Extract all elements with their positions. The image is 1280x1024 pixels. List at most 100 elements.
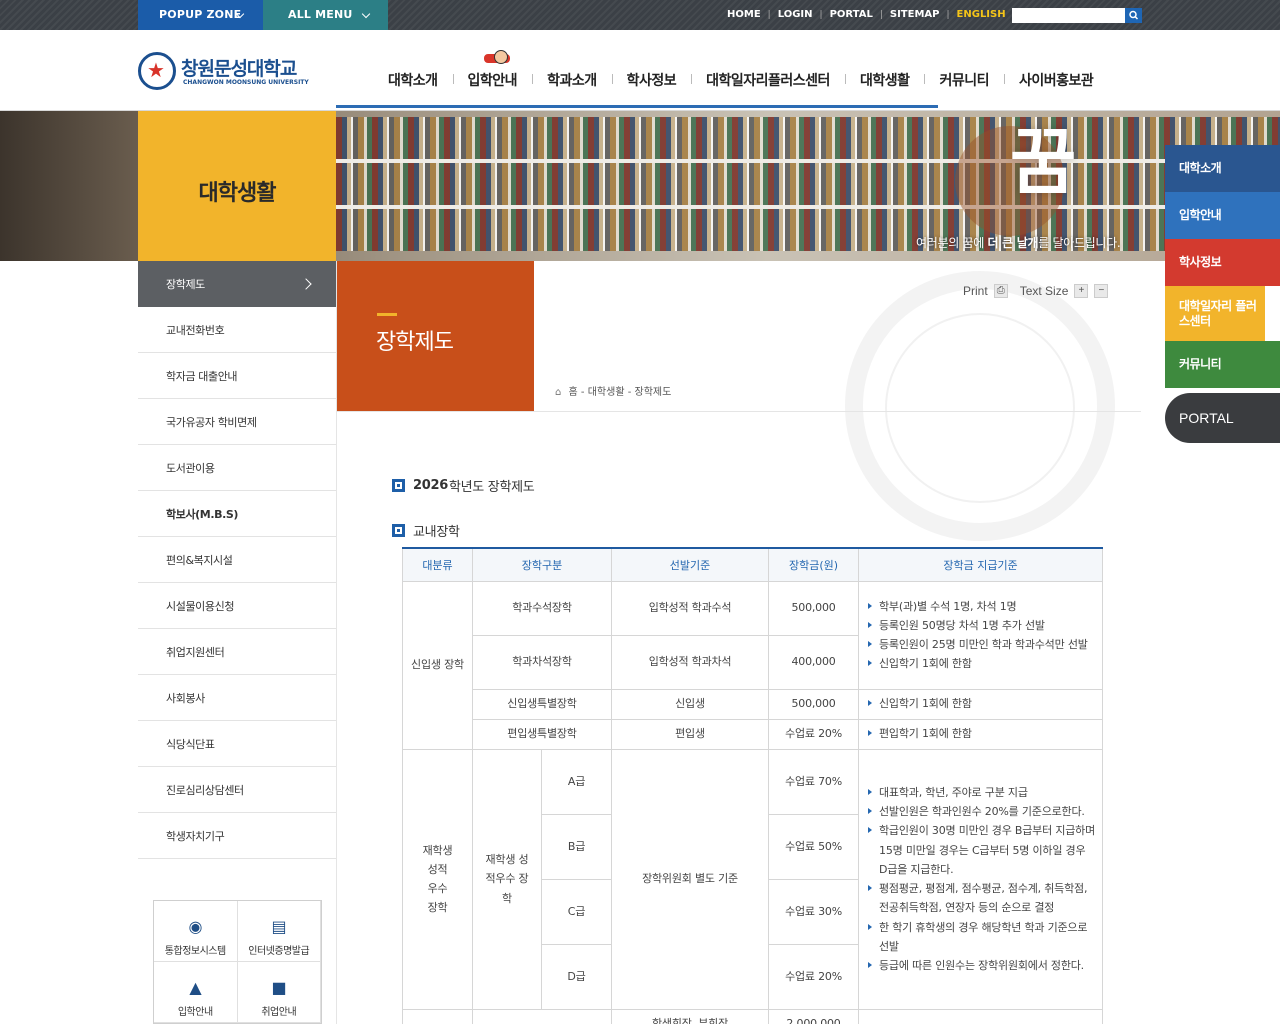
quick-item-academics[interactable]: 학사정보 — [1165, 239, 1280, 286]
quick-item-community[interactable]: 커뮤니티 — [1165, 341, 1280, 388]
section-heading-internal: 교내장학 — [392, 521, 460, 540]
quick-item-admission[interactable]: 입학안내 — [1165, 192, 1280, 239]
globe-icon: ◉ — [188, 917, 203, 936]
sidebar-item-student-council[interactable]: 학생자치기구 — [138, 813, 336, 859]
main-content: 장학제도 Print ⎙ Text Size + − ⌂ 홈 - 대학생활 - … — [336, 261, 1141, 1024]
section-heading-year: 2026 학년도 장학제도 — [392, 476, 535, 495]
sidebar-item-press[interactable]: 학보사(M.B.S) — [138, 491, 336, 537]
sidebar-item-career[interactable]: 취업지원센터 — [138, 629, 336, 675]
table-cell: C급 — [540, 878, 613, 945]
page-title-box: 장학제도 — [337, 261, 534, 411]
col-header-criteria: 선발기준 — [611, 547, 770, 582]
table-cell: D급 — [540, 943, 613, 1010]
gnb-item-admission[interactable]: 입학안내 — [452, 70, 533, 90]
sidebar-item-menu[interactable]: 식당식단표 — [138, 721, 336, 767]
sidebar-item-volunteer[interactable]: 사회봉사 — [138, 675, 336, 721]
table-cell-notes: 학부(과)별 수석 1명, 차석 1명 등록인원 50명당 차석 1명 추가 선… — [858, 580, 1104, 690]
table-cell: 500,000 — [768, 580, 860, 636]
search-button[interactable] — [1125, 8, 1142, 23]
gnb-item-departments[interactable]: 학과소개 — [532, 70, 612, 90]
login-link[interactable]: LOGIN — [771, 0, 820, 30]
all-menu-label: ALL MENU — [288, 8, 353, 21]
sidebar-item-library[interactable]: 도서관이용 — [138, 445, 336, 491]
table-cell-notes: 편입학기 1회에 한함 — [858, 718, 1104, 750]
text-size-label: Text Size — [1019, 284, 1069, 298]
all-menu-button[interactable]: ALL MENU — [263, 0, 388, 30]
quick-link-info-system[interactable]: ◉ 통합정보시스템 — [154, 901, 238, 962]
col-header-notes: 장학금 지급기준 — [858, 547, 1104, 582]
table-cell: 수업료 20% — [768, 943, 860, 1010]
col-header-category: 대분류 — [402, 547, 473, 582]
gnb-item-community[interactable]: 커뮤니티 — [924, 70, 1004, 90]
table-cell: 신입생 — [611, 688, 770, 720]
nav-underline — [336, 105, 938, 108]
emblem-icon — [138, 52, 176, 90]
zoom-in-icon[interactable]: + — [1074, 284, 1089, 298]
sidebar-item-loan[interactable]: 학자금 대출안내 — [138, 353, 336, 399]
quick-link-employment[interactable]: ■ 취업안내 — [237, 962, 321, 1023]
group-freshman: 신입생 장학 — [402, 580, 473, 750]
mascot-icon — [484, 50, 518, 70]
sidebar-item-scholarship[interactable]: 장학제도 — [138, 261, 336, 307]
chevron-down-icon — [361, 9, 371, 19]
sidebar-item-reservation[interactable]: 시설물이용신청 — [138, 583, 336, 629]
breadcrumb: ⌂ 홈 - 대학생활 - 장학제도 — [555, 387, 672, 398]
search-icon — [1129, 10, 1139, 20]
table-cell: 편입생특별장학 — [471, 718, 613, 750]
group-merit: 재학생 성적 우수 장학 — [402, 748, 473, 1010]
gnb-item-cyber-pr[interactable]: 사이버홍보관 — [1004, 70, 1108, 90]
gnb-item-job-center[interactable]: 대학일자리플러스센터 — [691, 70, 845, 90]
table-cell: 500,000 — [768, 688, 860, 720]
home-link[interactable]: HOME — [720, 0, 768, 30]
site-header: 창원문성대학교 CHANGWON MOONSUNG UNIVERSITY 대학소… — [0, 30, 1280, 111]
page-title: 장학제도 — [376, 330, 454, 355]
sidebar-item-counseling[interactable]: 진로심리상담센터 — [138, 767, 336, 813]
top-utility-bar: POPUP ZONE ALL MENU HOME | LOGIN | PORTAL |… — [0, 0, 1280, 30]
zoom-out-icon[interactable]: − — [1094, 284, 1109, 298]
popup-zone-button[interactable]: POPUP ZONE — [138, 0, 263, 30]
bullet-square-icon — [392, 524, 405, 537]
quick-menu: 대학소개 입학안내 학사정보 대학일자리 플러스센터 커뮤니티 PORTAL — [1165, 145, 1280, 443]
gnb-item-campus-life[interactable]: 대학생활 — [844, 70, 925, 90]
quick-links-box: ◉ 통합정보시스템 ▤ 인터넷증명발급 ▲ 입학안내 ■ 취업안내 — [153, 900, 322, 1024]
table-cell: 수업료 70% — [768, 748, 860, 815]
quick-portal-button[interactable]: PORTAL — [1165, 393, 1280, 443]
scholarship-table: 대분류 장학구분 선발기준 장학금(원) 장학금 지급기준 신입생 장학 학과수… — [402, 547, 1104, 1024]
table-cell: 신입생특별장학 — [471, 688, 613, 720]
print-button[interactable]: Print — [963, 284, 988, 298]
sidebar-item-veterans[interactable]: 국가유공자 학비면제 — [138, 399, 336, 445]
gnb-item-about[interactable]: 대학소개 — [373, 70, 453, 90]
search-input[interactable] — [1012, 8, 1125, 23]
col-header-amount: 장학금(원) — [768, 547, 860, 582]
gnb-item-academics[interactable]: 학사정보 — [611, 70, 692, 90]
table-cell: 수업료 30% — [768, 878, 860, 945]
table-cell-notes: 신입학기 1회에 한함 — [858, 688, 1104, 720]
sitemap-link[interactable]: SITEMAP — [883, 0, 947, 30]
table-cell: 입학성적 학과차석 — [611, 634, 770, 690]
main-navigation: 대학소개 입학안내 학과소개 학사정보 대학일자리플러스센터 대학생활 커뮤니티… — [373, 70, 1108, 90]
section-title: 대학생활 — [198, 181, 277, 206]
english-link[interactable]: ENGLISH — [950, 0, 1013, 30]
print-icon[interactable]: ⎙ — [993, 284, 1008, 298]
sidebar-item-facilities[interactable]: 편의&복지시설 — [138, 537, 336, 583]
printer-icon: ▤ — [271, 917, 287, 936]
popup-zone-label: POPUP ZONE — [159, 8, 242, 21]
sidebar-item-phone[interactable]: 교내전화번호 — [138, 307, 336, 353]
quick-link-admission[interactable]: ▲ 입학안내 — [154, 962, 238, 1023]
section-title-box: 대학생활 — [138, 111, 336, 261]
university-logo[interactable]: 창원문성대학교 CHANGWON MOONSUNG UNIVERSITY — [138, 52, 309, 92]
table-cell: 학과수석장학 — [471, 580, 613, 636]
logo-subtitle: CHANGWON MOONSUNG UNIVERSITY — [183, 79, 309, 86]
section-banner: 대학생활 꿈 여러분의 꿈에 더 큰 날개를 달아드립니다. — [0, 111, 1280, 261]
graduation-cap-icon: ▲ — [189, 978, 202, 997]
page-tools: Print ⎙ Text Size + − — [963, 284, 1109, 298]
home-icon[interactable]: ⌂ — [555, 387, 561, 398]
table-cell: B급 — [540, 813, 613, 880]
table-cell: 입학성적 학과수석 — [611, 580, 770, 636]
quick-item-job-center[interactable]: 대학일자리 플러스센터 — [1165, 286, 1265, 341]
quick-link-certificate[interactable]: ▤ 인터넷증명발급 — [237, 901, 321, 962]
table-cell: 400,000 — [768, 634, 860, 690]
portal-link[interactable]: PORTAL — [823, 0, 880, 30]
dream-calligraphy: 꿈 — [1010, 119, 1077, 204]
quick-item-about[interactable]: 대학소개 — [1165, 145, 1280, 192]
